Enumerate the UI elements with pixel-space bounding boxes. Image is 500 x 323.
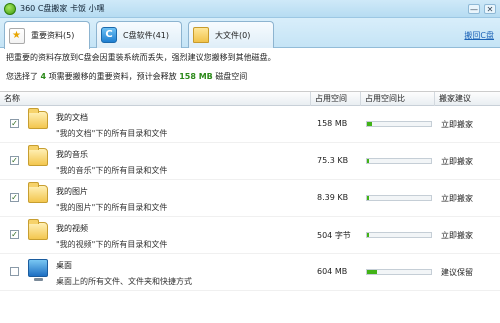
app-logo-icon <box>4 2 16 15</box>
folder-icon <box>28 219 48 240</box>
usage-bar-fill <box>367 233 369 237</box>
row-checkbox[interactable]: ✓ <box>10 156 19 165</box>
row-description: "我的文档"下的所有目录和文件 <box>56 129 168 138</box>
row-name: 我的视频 <box>56 224 88 233</box>
table-row[interactable]: ✓ 我的图片 "我的图片"下的所有目录和文件 8.39 KB 立即搬家 <box>0 180 500 217</box>
tab-label: C盘软件(41) <box>123 30 170 40</box>
row-description: "我的音乐"下的所有目录和文件 <box>56 166 168 175</box>
row-advice[interactable]: 立即搬家 <box>441 119 473 130</box>
folder-icon <box>28 108 48 129</box>
window-controls: — ✕ <box>468 3 496 14</box>
folder-icon <box>28 145 48 166</box>
document-star-icon <box>9 27 25 44</box>
row-name: 我的图片 <box>56 187 88 196</box>
usage-bar <box>366 232 432 238</box>
tab-label: 大文件(0) <box>215 30 251 40</box>
row-size: 504 字节 <box>317 231 351 240</box>
row-advice[interactable]: 立即搬家 <box>441 193 473 204</box>
folder-icon <box>193 27 209 43</box>
tab-bar: 重要资料(5) C C盘软件(41) 大文件(0) 搬回C盘 <box>0 18 500 49</box>
selected-count: 4 <box>40 72 47 81</box>
warning-text: 把重要的资料存放到C盘会因重装系统而丢失，强烈建议您搬移到其他磁盘。 <box>6 53 276 62</box>
folder-icon <box>28 182 48 203</box>
usage-bar <box>366 195 432 201</box>
row-description: "我的图片"下的所有目录和文件 <box>56 203 168 212</box>
row-description: 桌面上的所有文件、文件夹和快捷方式 <box>56 277 192 286</box>
row-checkbox[interactable]: ✓ <box>10 119 19 128</box>
row-advice[interactable]: 立即搬家 <box>441 156 473 167</box>
tab-label: 重要资料(5) <box>31 31 75 40</box>
close-button[interactable]: ✕ <box>484 3 496 14</box>
row-checkbox[interactable]: ✓ <box>10 193 19 202</box>
column-ratio[interactable]: 占用空间比 <box>360 92 434 106</box>
usage-bar-fill <box>367 270 378 274</box>
freed-size: 158 MB <box>179 72 213 81</box>
row-name: 桌面 <box>56 261 72 270</box>
usage-bar <box>366 121 432 127</box>
selection-summary: 您选择了 4 项需要搬移的重要资料，预计会释放 158 MB 磁盘空间 <box>6 70 494 84</box>
row-name: 我的音乐 <box>56 150 88 159</box>
row-size: 604 MB <box>317 267 348 276</box>
column-advice[interactable]: 搬家建议 <box>434 92 500 106</box>
usage-bar-fill <box>367 159 369 163</box>
info-panel: 把重要的资料存放到C盘会因重装系统而丢失，强烈建议您搬移到其他磁盘。 您选择了 … <box>0 48 500 92</box>
table-header: 名称 占用空间 占用空间比 搬家建议 <box>0 92 500 106</box>
table-row[interactable]: ✓ 我的文档 "我的文档"下的所有目录和文件 158 MB 立即搬家 <box>0 106 500 143</box>
row-size: 158 MB <box>317 119 348 128</box>
summary-prefix: 您选择了 <box>6 72 38 81</box>
row-size: 75.3 KB <box>317 156 349 165</box>
tab-c-drive-software[interactable]: C C盘软件(41) <box>96 21 182 48</box>
row-name: 我的文档 <box>56 113 88 122</box>
app-window: 360 C盘搬家 卡饭 小嘿 — ✕ 重要资料(5) C C盘软件(41) 大文… <box>0 0 500 323</box>
usage-bar-fill <box>367 196 369 200</box>
row-size: 8.39 KB <box>317 193 349 202</box>
usage-bar <box>366 269 432 275</box>
desktop-icon <box>28 259 48 281</box>
row-checkbox[interactable]: ✓ <box>10 230 19 239</box>
title-bar: 360 C盘搬家 卡饭 小嘿 — ✕ <box>0 0 500 18</box>
window-title: 360 C盘搬家 卡饭 小嘿 <box>20 4 105 13</box>
column-name[interactable]: 名称 <box>0 92 310 106</box>
summary-middle: 项需要搬移的重要资料，预计会释放 <box>48 72 177 81</box>
table-row[interactable]: ✓ 我的视频 "我的视频"下的所有目录和文件 504 字节 立即搬家 <box>0 217 500 254</box>
minimize-button[interactable]: — <box>468 3 480 14</box>
file-list: ✓ 我的文档 "我的文档"下的所有目录和文件 158 MB 立即搬家 ✓ 我的音乐 "我的音乐… <box>0 106 500 291</box>
usage-bar-fill <box>367 122 373 126</box>
column-size[interactable]: 占用空间 <box>310 92 360 106</box>
usage-bar <box>366 158 432 164</box>
row-checkbox[interactable] <box>10 267 19 276</box>
row-advice[interactable]: 建议保留 <box>441 267 473 278</box>
c-drive-icon: C <box>101 27 117 43</box>
summary-suffix: 磁盘空间 <box>215 72 248 81</box>
table-row[interactable]: ✓ 我的音乐 "我的音乐"下的所有目录和文件 75.3 KB 立即搬家 <box>0 143 500 180</box>
row-description: "我的视频"下的所有目录和文件 <box>56 240 168 249</box>
table-row[interactable]: 桌面桌面上的所有文件、文件夹和快捷方式 604 MB 建议保留 <box>0 254 500 291</box>
row-advice[interactable]: 立即搬家 <box>441 230 473 241</box>
tab-important-files[interactable]: 重要资料(5) <box>4 21 90 49</box>
tab-large-files[interactable]: 大文件(0) <box>188 21 274 48</box>
restore-to-c-link[interactable]: 搬回C盘 <box>464 30 494 41</box>
